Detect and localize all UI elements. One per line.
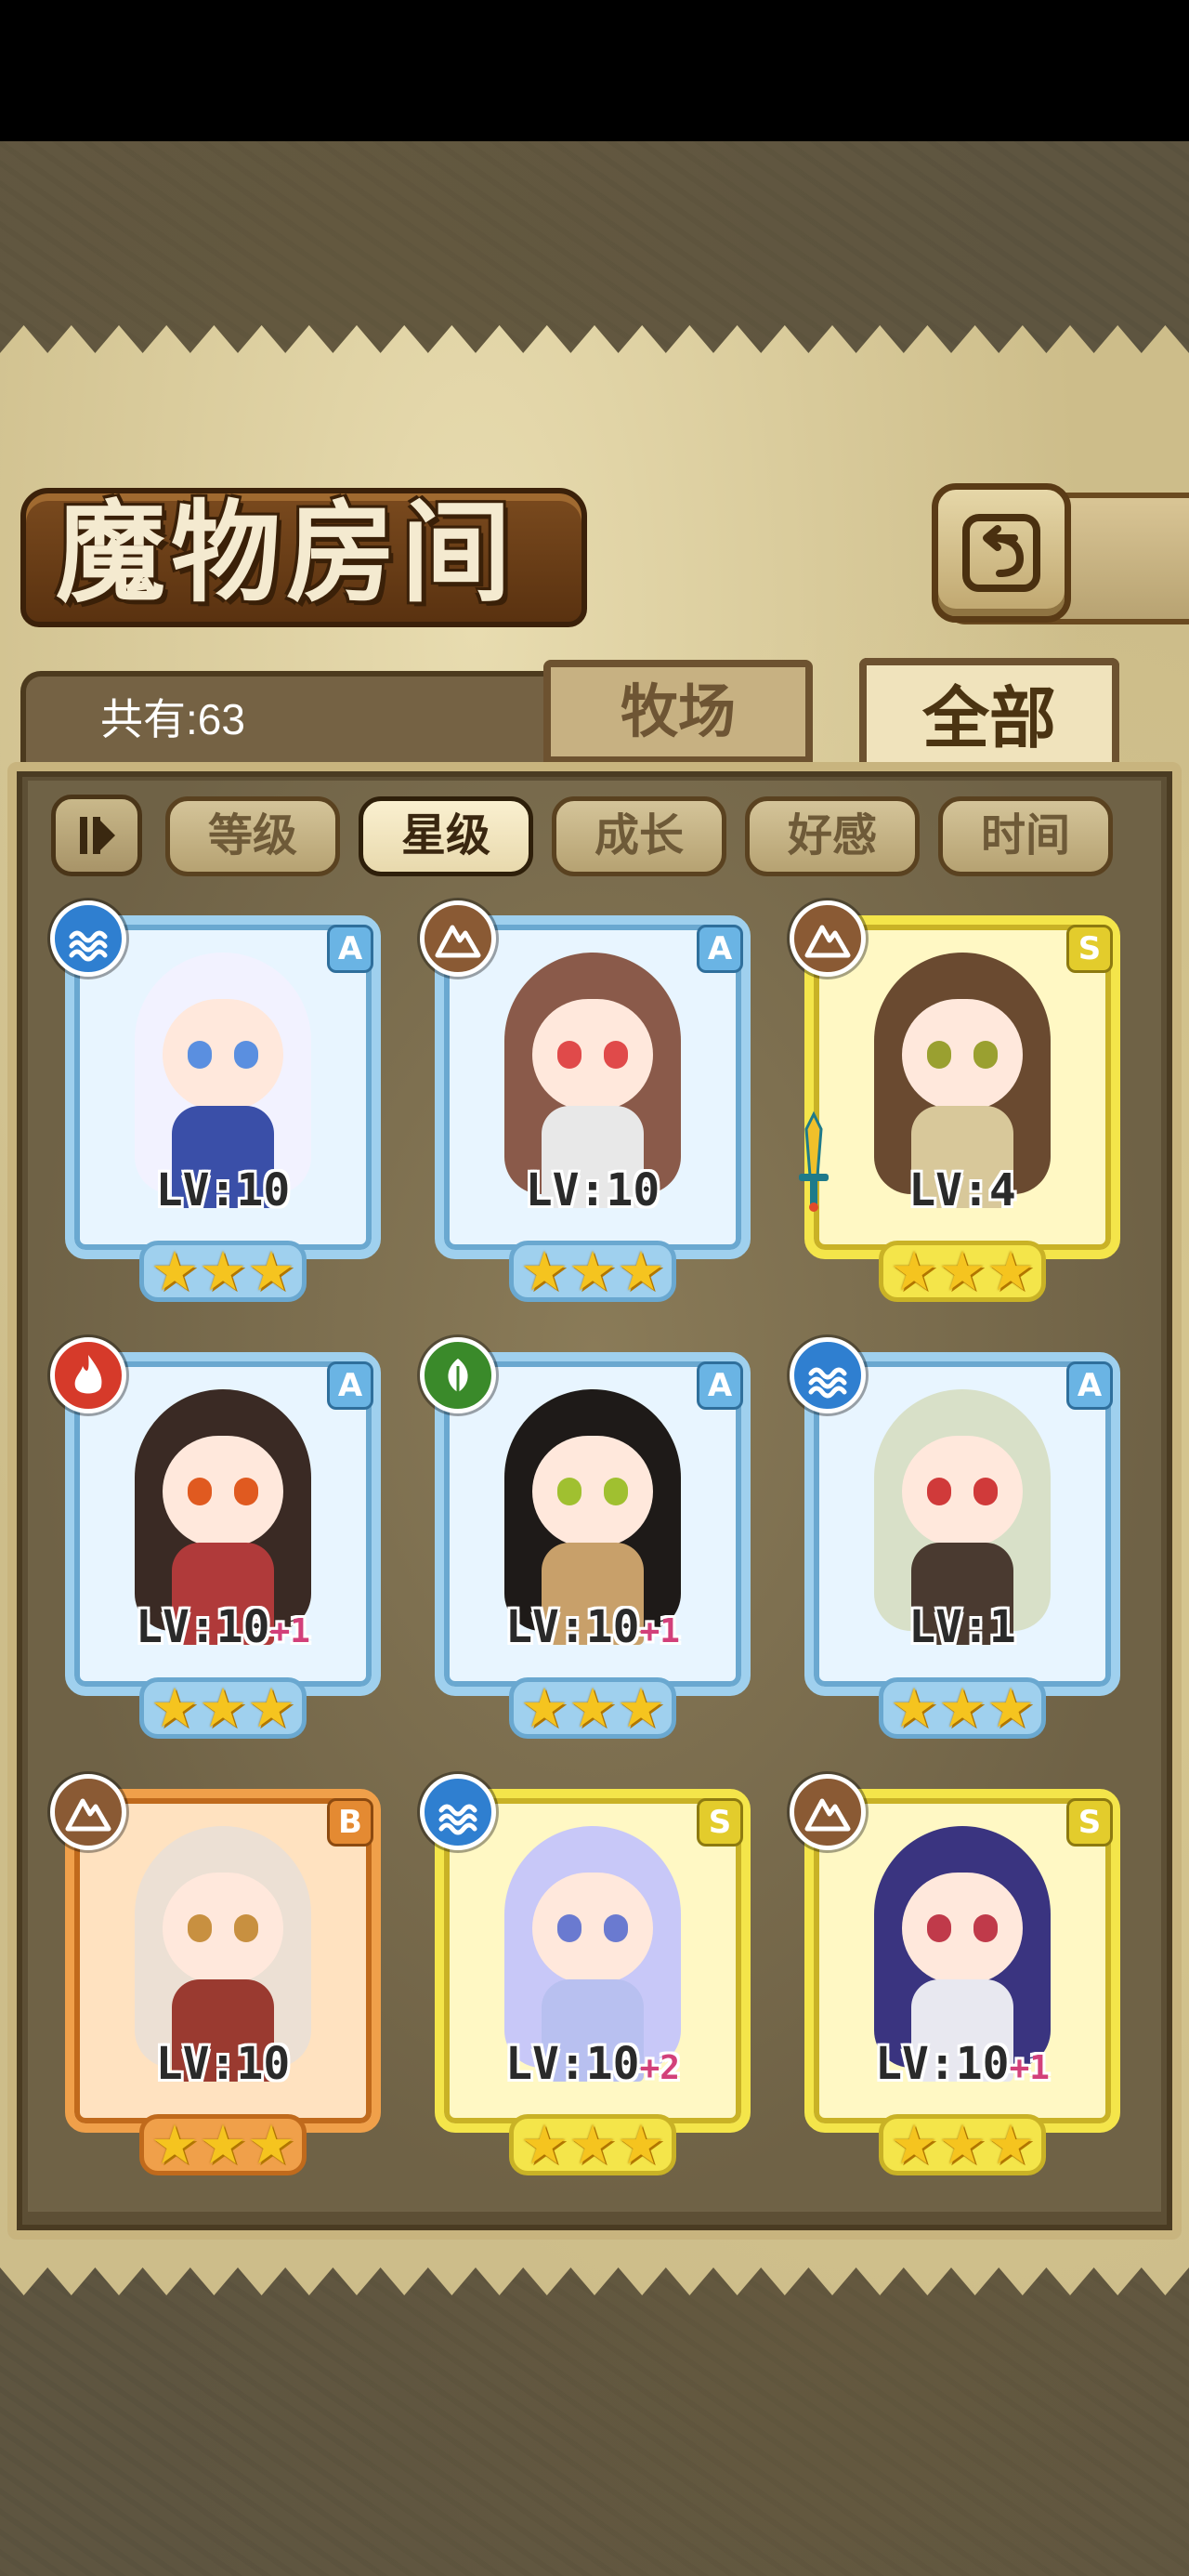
star-icon: ★	[890, 2113, 938, 2176]
level-value: LV:10	[875, 2038, 1010, 2090]
star-icon: ★	[199, 1676, 247, 1740]
star-icon: ★	[150, 1240, 199, 1303]
star-icon: ★	[617, 1676, 665, 1740]
sort-affection-button[interactable]: 好感	[745, 796, 920, 876]
tab-ranch[interactable]: 牧场	[543, 660, 813, 764]
star-icon: ★	[617, 1240, 665, 1303]
star-rating: ★ ★ ★	[139, 2114, 307, 2175]
monster-card[interactable]: S LV:4 ★ ★ ★	[790, 900, 1137, 1315]
level-value: LV:10	[505, 2038, 640, 2090]
level-value: LV:4	[908, 1164, 1016, 1216]
monster-card[interactable]: A LV:10+1 ★ ★ ★	[420, 1337, 767, 1752]
star-icon: ★	[986, 2113, 1035, 2176]
monster-card[interactable]: A LV:1 ★ ★ ★	[790, 1337, 1137, 1752]
level-label: LV:4	[795, 1164, 1130, 1216]
star-icon: ★	[150, 2113, 199, 2176]
return-icon	[962, 514, 1040, 592]
monster-count: 共有:63	[100, 695, 245, 743]
level-value: LV:10	[525, 1164, 660, 1216]
star-rating: ★ ★ ★	[139, 1677, 307, 1739]
star-icon: ★	[199, 1240, 247, 1303]
level-bonus: +2	[639, 2049, 680, 2087]
rank-badge: S	[697, 1798, 743, 1847]
monster-card[interactable]: A LV:10 ★ ★ ★	[420, 900, 767, 1315]
sort-order-toggle[interactable]	[51, 795, 142, 876]
sort-growth-button[interactable]: 成长	[552, 796, 726, 876]
star-icon: ★	[938, 2113, 986, 2176]
rank-badge: A	[697, 925, 743, 973]
star-icon: ★	[890, 1240, 938, 1303]
rank-badge: B	[327, 1798, 373, 1847]
sort-time-button[interactable]: 时间	[938, 796, 1113, 876]
star-icon: ★	[568, 1240, 617, 1303]
star-rating: ★ ★ ★	[879, 1241, 1046, 1302]
star-rating: ★ ★ ★	[509, 2114, 676, 2175]
star-rating: ★ ★ ★	[879, 1677, 1046, 1739]
page-title: 魔物房间	[56, 488, 517, 617]
rank-badge: A	[697, 1361, 743, 1410]
rank-badge: A	[327, 1361, 373, 1410]
level-value: LV:10	[505, 1601, 640, 1653]
sort-level-button[interactable]: 等级	[165, 796, 340, 876]
rank-badge: A	[1066, 1361, 1113, 1410]
rank-badge: A	[327, 925, 373, 973]
level-label: LV:10+1	[56, 1601, 390, 1653]
level-value: LV:10	[155, 1164, 291, 1216]
sort-star-button[interactable]: 星级	[359, 796, 533, 876]
level-value: LV:10	[136, 1601, 270, 1653]
star-icon: ★	[568, 2113, 617, 2176]
monster-card[interactable]: A LV:10+1 ★ ★ ★	[50, 1337, 398, 1752]
star-icon: ★	[520, 2113, 568, 2176]
back-button[interactable]	[932, 483, 1071, 623]
star-icon: ★	[568, 1676, 617, 1740]
rank-badge: S	[1066, 925, 1113, 973]
level-label: LV:10	[56, 2038, 390, 2090]
star-icon: ★	[520, 1676, 568, 1740]
star-icon: ★	[986, 1240, 1035, 1303]
star-icon: ★	[150, 1676, 199, 1740]
level-value: LV:1	[908, 1601, 1016, 1653]
star-rating: ★ ★ ★	[509, 1241, 676, 1302]
level-label: LV:10+1	[795, 2038, 1130, 2090]
star-icon: ★	[247, 1240, 295, 1303]
monster-card[interactable]: A LV:10 ★ ★ ★	[50, 900, 398, 1315]
monster-card[interactable]: B LV:10 ★ ★ ★	[50, 1774, 398, 2188]
star-icon: ★	[938, 1240, 986, 1303]
star-rating: ★ ★ ★	[509, 1677, 676, 1739]
earth-element-icon	[420, 900, 496, 977]
star-icon: ★	[247, 2113, 295, 2176]
star-icon: ★	[890, 1676, 938, 1740]
earth-element-icon	[50, 1774, 126, 1850]
level-bonus: +1	[269, 1612, 310, 1650]
monster-card[interactable]: S LV:10+1 ★ ★ ★	[790, 1774, 1137, 2188]
level-label: LV:1	[795, 1601, 1130, 1653]
level-label: LV:10	[56, 1164, 390, 1216]
sword-icon	[795, 1111, 832, 1213]
star-icon: ★	[986, 1676, 1035, 1740]
level-bonus: +1	[639, 1612, 680, 1650]
sort-order-icon	[80, 817, 115, 854]
star-icon: ★	[199, 2113, 247, 2176]
level-label: LV:10	[425, 1164, 760, 1216]
tab-all[interactable]: 全部	[859, 658, 1119, 779]
star-icon: ★	[520, 1240, 568, 1303]
water-element-icon	[50, 900, 126, 977]
level-label: LV:10+2	[425, 2038, 760, 2090]
level-value: LV:10	[155, 2038, 291, 2090]
water-element-icon	[420, 1774, 496, 1850]
grass-element-icon	[420, 1337, 496, 1413]
star-icon: ★	[247, 1676, 295, 1740]
earth-element-icon	[790, 900, 866, 977]
star-icon: ★	[938, 1676, 986, 1740]
earth-element-icon	[790, 1774, 866, 1850]
star-icon: ★	[617, 2113, 665, 2176]
water-element-icon	[790, 1337, 866, 1413]
fire-element-icon	[50, 1337, 126, 1413]
level-bonus: +1	[1009, 2049, 1050, 2087]
monster-card[interactable]: S LV:10+2 ★ ★ ★	[420, 1774, 767, 2188]
level-label: LV:10+1	[425, 1601, 760, 1653]
star-rating: ★ ★ ★	[879, 2114, 1046, 2175]
star-rating: ★ ★ ★	[139, 1241, 307, 1302]
rank-badge: S	[1066, 1798, 1113, 1847]
